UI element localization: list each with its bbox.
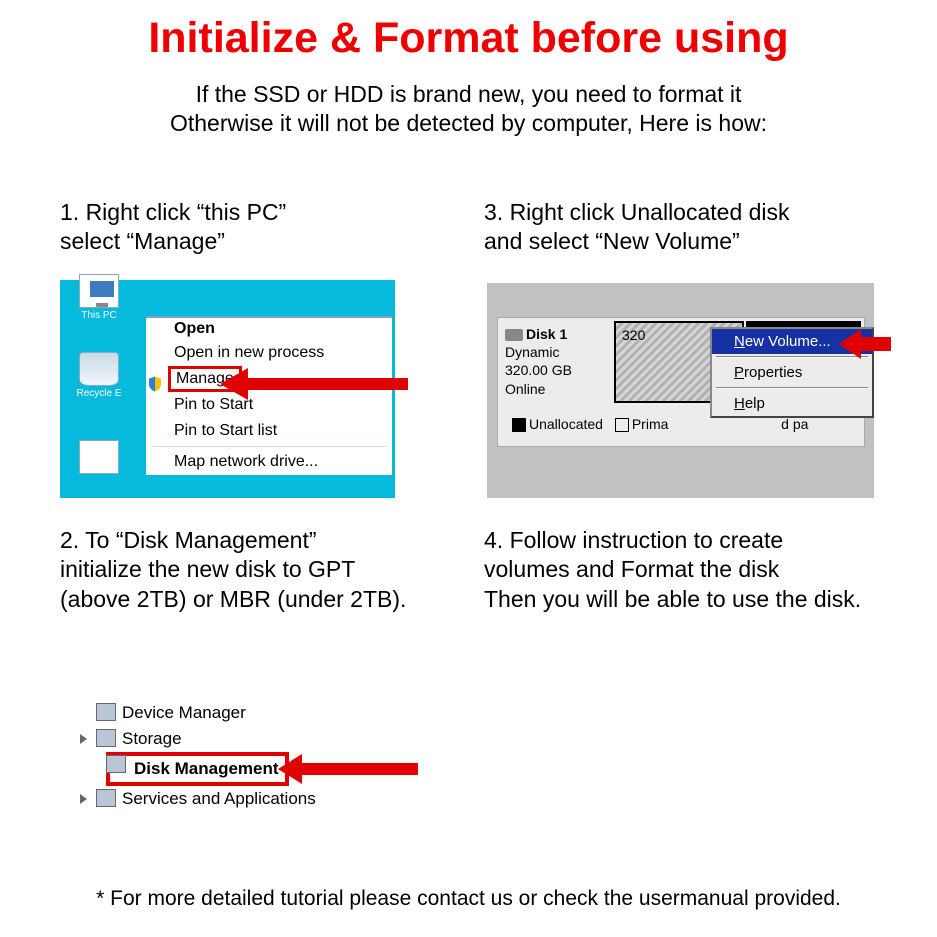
subtitle-line2: Otherwise it will not be detected by com… (170, 110, 767, 136)
screenshot-diskmgmt-newvolume: Disk 1 Dynamic 320.00 GB Online 320 Unal… (484, 280, 874, 498)
disk-type: Dynamic (505, 343, 605, 361)
menu-manage-highlight: Manage (168, 366, 242, 392)
subtitle: If the SSD or HDD is brand new, you need… (0, 80, 937, 138)
legend-swatch-unallocated (512, 418, 526, 432)
menu-properties[interactable]: Properties (712, 360, 872, 385)
main-title: Initialize & Format before using (0, 14, 937, 63)
subtitle-line1: If the SSD or HDD is brand new, you need… (196, 81, 742, 107)
context-menu: Open Open in new process Manage Pin to S… (146, 316, 392, 475)
footnote: * For more detailed tutorial please cont… (0, 887, 937, 911)
step1-line2: select “Manage” (60, 228, 225, 254)
legend-swatch-primary (615, 418, 629, 432)
step4-text: 4. Follow instruction to create volumes … (484, 526, 914, 614)
step4-line1: 4. Follow instruction to create (484, 527, 783, 553)
shield-icon (146, 375, 164, 393)
desktop-icon-recycle-label: Recycle E (68, 388, 130, 399)
disk-size: 320.00 GB (505, 361, 605, 379)
menu-open[interactable]: Open (146, 318, 392, 340)
menu-manage[interactable]: Manage (146, 366, 392, 392)
desktop-icon-recyclebin[interactable]: Recycle E (68, 352, 130, 399)
menu-pin-start-list[interactable]: Pin to Start list (146, 418, 392, 444)
step1-line1: 1. Right click “this PC” (60, 199, 286, 225)
partition-size-text: 320 (622, 327, 645, 343)
storage-icon (96, 729, 116, 747)
menu-sep1 (716, 356, 868, 358)
step4-line3: Then you will be able to use the disk. (484, 586, 861, 612)
menu-pin-start[interactable]: Pin to Start (146, 392, 392, 418)
tree-disk-management[interactable]: Disk Management (60, 752, 395, 786)
step2-text: 2. To “Disk Management” initialize the n… (60, 526, 460, 614)
menu-open-new-process[interactable]: Open in new process (146, 340, 392, 366)
disk-info-box[interactable]: Disk 1 Dynamic 320.00 GB Online (501, 321, 609, 401)
desktop-icon-generic[interactable] (68, 440, 130, 476)
step2-line1: 2. To “Disk Management” (60, 527, 317, 553)
expand-icon[interactable] (80, 794, 87, 804)
legend-primary: Prima (632, 416, 669, 432)
legend-tail-text: d pa (781, 416, 808, 432)
disk-state: Online (505, 380, 605, 398)
step1-text: 1. Right click “this PC” select “Manage” (60, 198, 430, 257)
menu-new-volume[interactable]: NNew Volume...ew Volume... (712, 329, 872, 354)
step4-line2: volumes and Format the disk (484, 556, 779, 582)
generic-icon (79, 440, 119, 474)
step3-line1: 3. Right click Unallocated disk (484, 199, 790, 225)
expand-icon[interactable] (80, 734, 87, 744)
step2-line2: initialize the new disk to GPT (60, 556, 355, 582)
disk-icon (505, 329, 523, 341)
step3-line2: and select “New Volume” (484, 228, 740, 254)
legend: Unallocated Prima d pa (504, 416, 668, 432)
recycle-bin-icon (79, 352, 119, 386)
desktop-icon-thispc-label: This PC (68, 310, 130, 321)
menu-sep2 (716, 387, 868, 389)
screenshot-computer-management-tree: Device Manager Storage Disk Management S… (60, 694, 395, 834)
tree-storage[interactable]: Storage (60, 726, 395, 752)
menu-help[interactable]: Help (712, 391, 872, 416)
tree-device-manager[interactable]: Device Manager (60, 700, 395, 726)
tree-services-applications[interactable]: Services and Applications (60, 786, 395, 812)
menu-separator (152, 446, 386, 447)
legend-unallocated: Unallocated (529, 416, 603, 432)
step3-text: 3. Right click Unallocated disk and sele… (484, 198, 904, 257)
disk-management-icon (106, 755, 126, 773)
services-icon (96, 789, 116, 807)
device-manager-icon (96, 703, 116, 721)
pc-icon (79, 274, 119, 308)
desktop-icon-thispc[interactable]: This PC (68, 274, 130, 321)
tree-disk-management-label: Disk Management (106, 752, 289, 786)
tree-device-manager-label: Device Manager (122, 703, 246, 722)
step2-line3: (above 2TB) or MBR (under 2TB). (60, 586, 406, 612)
tree-services-label: Services and Applications (122, 789, 316, 808)
menu-map-network-drive[interactable]: Map network drive... (146, 449, 392, 475)
tree-storage-label: Storage (122, 729, 182, 748)
screenshot-thispc-menu: This PC Recycle E Open Open in new proce… (60, 280, 395, 498)
disk-name: Disk 1 (526, 326, 567, 342)
context-menu-volume: NNew Volume...ew Volume... Properties He… (710, 327, 874, 418)
